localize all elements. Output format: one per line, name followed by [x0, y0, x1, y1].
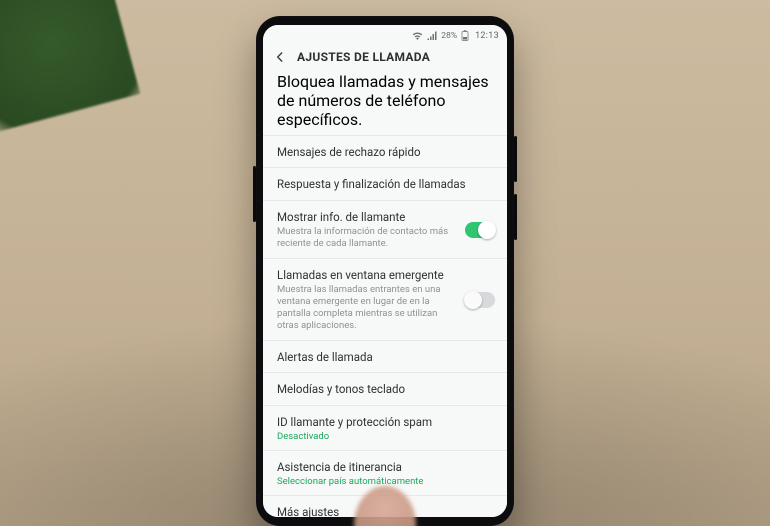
row-ringtones-title: Melodías y tonos teclado — [277, 382, 493, 396]
wifi-icon — [412, 31, 423, 40]
toggle-caller-info[interactable] — [465, 222, 495, 238]
row-popup-calls-desc: Muestra las llamadas entrantes en una ve… — [277, 284, 459, 332]
battery-icon — [461, 30, 469, 41]
row-quick-reject[interactable]: Mensajes de rechazo rápido — [263, 136, 507, 168]
row-popup-calls-title: Llamadas en ventana emergente — [277, 268, 459, 282]
row-roaming-title: Asistencia de itinerancia — [277, 460, 493, 474]
app-header: AJUSTES DE LLAMADA — [263, 44, 507, 72]
row-answer-end-title: Respuesta y finalización de llamadas — [277, 177, 493, 191]
status-bar: 28% 12:13 — [263, 25, 507, 44]
row-caller-id-spam-status: Desactivado — [277, 431, 493, 442]
row-caller-id-spam[interactable]: ID llamante y protección spam Desactivad… — [263, 406, 507, 451]
phone-screen: 28% 12:13 AJUSTES DE LLAMADA Bloquea lla… — [263, 25, 507, 517]
row-call-alerts[interactable]: Alertas de llamada — [263, 341, 507, 373]
scene: 28% 12:13 AJUSTES DE LLAMADA Bloquea lla… — [0, 0, 770, 526]
toggle-popup-calls[interactable] — [465, 292, 495, 308]
row-block-numbers-desc: Bloquea llamadas y mensajes de números d… — [277, 72, 493, 129]
row-caller-id-spam-title: ID llamante y protección spam — [277, 415, 493, 429]
page-title: AJUSTES DE LLAMADA — [297, 50, 430, 64]
row-caller-info-desc: Muestra la información de contacto más r… — [277, 226, 459, 250]
row-popup-calls[interactable]: Llamadas en ventana emergente Muestra la… — [263, 259, 507, 341]
row-block-numbers[interactable]: Bloquea llamadas y mensajes de números d… — [263, 72, 507, 136]
phone-frame: 28% 12:13 AJUSTES DE LLAMADA Bloquea lla… — [256, 16, 514, 526]
signal-icon — [427, 31, 437, 40]
row-quick-reject-title: Mensajes de rechazo rápido — [277, 145, 493, 159]
back-icon[interactable] — [273, 50, 287, 64]
decor-plant — [0, 0, 140, 140]
clock: 12:13 — [475, 31, 499, 41]
row-call-alerts-title: Alertas de llamada — [277, 350, 493, 364]
battery-percent: 28% — [441, 31, 457, 41]
row-caller-info[interactable]: Mostrar info. de llamante Muestra la inf… — [263, 201, 507, 259]
settings-list: Bloquea llamadas y mensajes de números d… — [263, 72, 507, 517]
row-caller-info-title: Mostrar info. de llamante — [277, 210, 459, 224]
row-answer-end[interactable]: Respuesta y finalización de llamadas — [263, 168, 507, 200]
row-ringtones[interactable]: Melodías y tonos teclado — [263, 373, 507, 405]
